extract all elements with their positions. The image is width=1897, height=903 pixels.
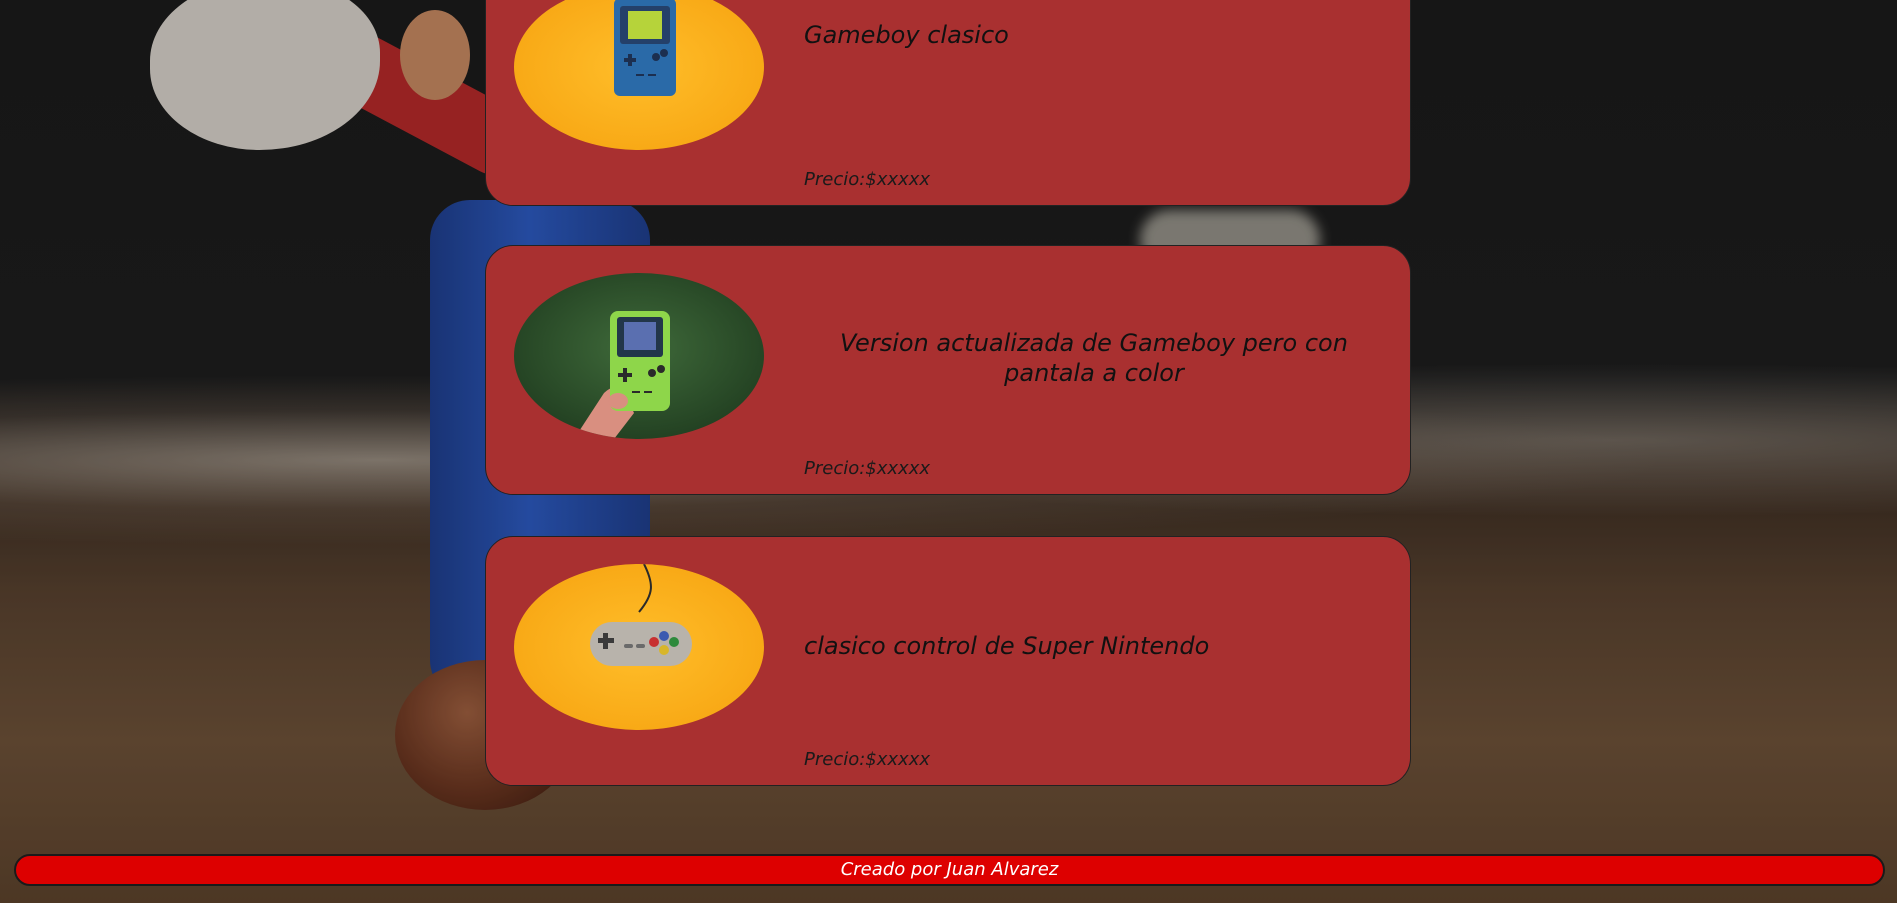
product-card: Gameboy clasico Precio:$xxxxx [485, 0, 1411, 206]
product-price: Precio:$xxxxx [804, 458, 931, 479]
gameboy-classic-image [514, 0, 764, 150]
product-card: Version actualizada de Gameboy pero con … [485, 245, 1411, 495]
product-title: Version actualizada de Gameboy pero con … [840, 329, 1348, 387]
product-price: Precio:$xxxxx [804, 169, 931, 190]
snes-controller-image [514, 564, 764, 730]
product-card: clasico control de Super Nintendo Precio… [485, 536, 1411, 786]
product-price: Precio:$xxxxx [804, 749, 931, 770]
footer: Creado por Juan Alvarez [14, 854, 1885, 886]
gameboy-color-image [514, 273, 764, 439]
product-title: Gameboy clasico [804, 21, 1009, 49]
product-title: clasico control de Super Nintendo [804, 632, 1210, 660]
